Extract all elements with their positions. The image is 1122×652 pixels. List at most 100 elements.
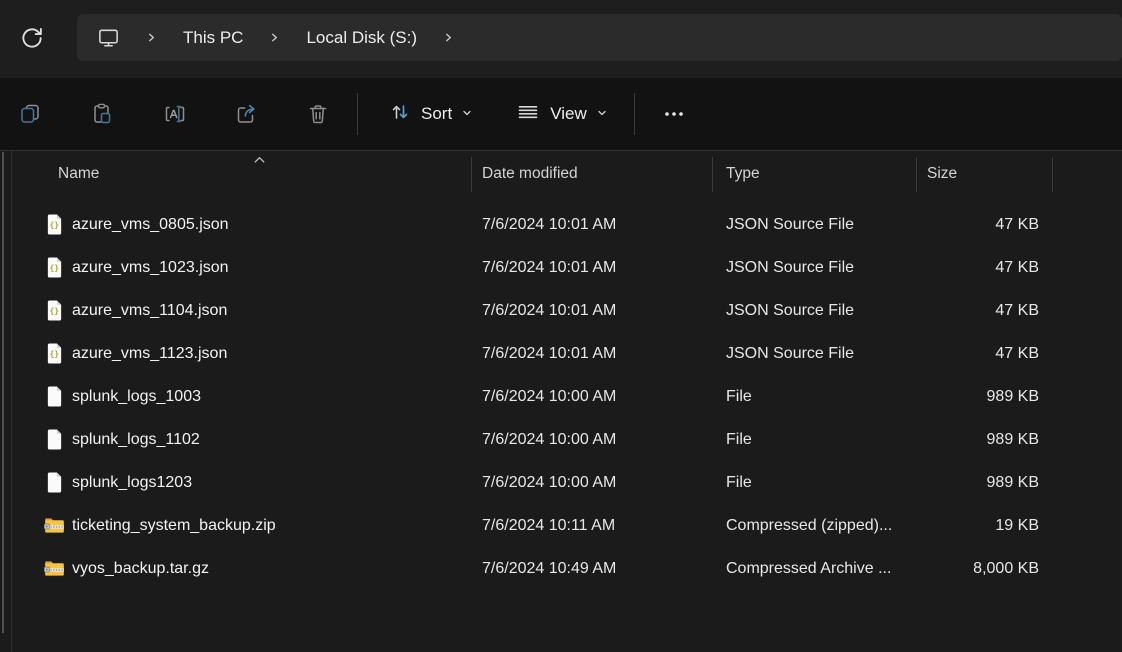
svg-text:{}: {}	[49, 307, 59, 316]
refresh-button[interactable]	[16, 22, 48, 54]
file-name-cell: splunk_logs_1102	[12, 428, 472, 452]
file-size: 47 KB	[917, 216, 1053, 234]
navigation-bar: This PC Local Disk (S:)	[0, 0, 1122, 78]
command-bar: Sort View	[0, 78, 1122, 150]
file-size: 989 KB	[917, 431, 1053, 449]
zip-folder-icon	[44, 557, 65, 581]
view-icon	[515, 100, 541, 129]
file-listing: Name Date modified Type Size {}azure_vms…	[12, 151, 1122, 652]
delete-button[interactable]	[306, 102, 330, 126]
file-type: Compressed (zipped)...	[713, 517, 917, 535]
this-pc-icon	[97, 26, 120, 49]
file-size: 47 KB	[917, 302, 1053, 320]
address-bar[interactable]: This PC Local Disk (S:)	[77, 14, 1122, 61]
file-rows: {}azure_vms_0805.json7/6/2024 10:01 AMJS…	[12, 203, 1122, 590]
file-explorer-window: This PC Local Disk (S:) Sort View	[0, 0, 1122, 652]
file-type: File	[713, 388, 917, 406]
toolbar-divider	[357, 93, 358, 135]
file-size: 8,000 KB	[917, 560, 1053, 578]
column-header-name[interactable]: Name	[12, 151, 472, 197]
column-header-row: Name Date modified Type Size	[12, 151, 1122, 197]
file-name-cell: {} azure_vms_1023.json	[12, 256, 472, 280]
sort-label: Sort	[421, 104, 452, 124]
file-size: 47 KB	[917, 259, 1053, 277]
file-date-modified: 7/6/2024 10:11 AM	[472, 517, 713, 535]
file-row[interactable]: ticketing_system_backup.zip 7/6/2024 10:1…	[12, 504, 1122, 547]
refresh-icon	[19, 39, 45, 54]
file-name-cell: {} azure_vms_1104.json	[12, 299, 472, 323]
file-date-modified: 7/6/2024 10:01 AM	[472, 302, 713, 320]
copy-button[interactable]	[18, 102, 42, 126]
file-size: 19 KB	[917, 517, 1053, 535]
paste-button[interactable]	[90, 102, 114, 126]
chevron-right-icon	[146, 31, 157, 44]
file-name-cell: vyos_backup.tar.gz	[12, 557, 472, 581]
file-size: 989 KB	[917, 388, 1053, 406]
json-file-icon: {}	[44, 342, 65, 366]
file-row[interactable]: splunk_logs12037/6/2024 10:00 AMFile989 …	[12, 461, 1122, 504]
json-file-icon: {}	[44, 299, 65, 323]
file-date-modified: 7/6/2024 10:00 AM	[472, 431, 713, 449]
file-type: JSON Source File	[713, 216, 917, 234]
svg-text:{}: {}	[49, 221, 59, 230]
file-name-cell: splunk_logs1203	[12, 471, 472, 495]
more-options-icon	[660, 114, 688, 129]
file-name-cell: {}azure_vms_0805.json	[12, 213, 472, 237]
file-row[interactable]: {} azure_vms_1104.json 7/6/2024 10:01 AMJS…	[12, 289, 1122, 332]
rename-icon	[162, 114, 186, 129]
file-action-buttons	[18, 102, 330, 126]
file-name-label: ticketing_system_backup.zip	[72, 517, 276, 535]
file-date-modified: 7/6/2024 10:01 AM	[472, 259, 713, 277]
file-name-label: splunk_logs_1102	[72, 431, 200, 449]
file-date-modified: 7/6/2024 10:00 AM	[472, 474, 713, 492]
column-header-type[interactable]: Type	[713, 151, 917, 197]
file-name-label: splunk_logs_1003	[72, 388, 201, 406]
file-name-cell: ticketing_system_backup.zip	[12, 514, 472, 538]
share-button[interactable]	[234, 102, 258, 126]
file-icon	[44, 471, 65, 495]
file-row[interactable]: vyos_backup.tar.gz7/6/2024 10:49 AMCompr…	[12, 547, 1122, 590]
file-name-label: azure_vms_1023.json	[72, 259, 229, 277]
file-row[interactable]: splunk_logs_1003 7/6/2024 10:00 AMFile989…	[12, 375, 1122, 418]
chevron-down-icon	[461, 104, 473, 124]
file-row[interactable]: {}azure_vms_0805.json7/6/2024 10:01 AMJS…	[12, 203, 1122, 246]
file-name-label: azure_vms_1104.json	[72, 302, 227, 320]
file-type: JSON Source File	[713, 302, 917, 320]
svg-text:{}: {}	[49, 264, 59, 273]
svg-text:{}: {}	[49, 350, 59, 359]
copy-icon	[18, 114, 42, 129]
delete-icon	[306, 114, 330, 129]
file-date-modified: 7/6/2024 10:01 AM	[472, 345, 713, 363]
file-date-modified: 7/6/2024 10:00 AM	[472, 388, 713, 406]
view-dropdown-button[interactable]: View	[515, 100, 608, 129]
file-type: JSON Source File	[713, 259, 917, 277]
file-row[interactable]: splunk_logs_1102 7/6/2024 10:00 AMFile989…	[12, 418, 1122, 461]
file-name-cell: {}azure_vms_1123.json	[12, 342, 472, 366]
file-icon	[44, 385, 65, 409]
sort-icon	[388, 100, 412, 129]
column-header-filler	[1053, 151, 1122, 197]
file-size: 989 KB	[917, 474, 1053, 492]
more-options-button[interactable]	[659, 102, 689, 126]
left-pane-scrollbar[interactable]	[2, 152, 4, 633]
breadcrumb-local-disk[interactable]: Local Disk (S:)	[306, 28, 417, 48]
view-label: View	[550, 104, 587, 124]
paste-icon	[90, 114, 114, 129]
breadcrumb-this-pc[interactable]: This PC	[183, 28, 243, 48]
zip-folder-icon	[44, 514, 65, 538]
chevron-right-icon[interactable]	[269, 31, 280, 44]
file-row[interactable]: {}azure_vms_1123.json7/6/2024 10:01 AMJS…	[12, 332, 1122, 375]
file-type: File	[713, 431, 917, 449]
chevron-right-icon[interactable]	[443, 31, 454, 44]
column-header-size[interactable]: Size	[917, 151, 1053, 197]
column-header-date-modified[interactable]: Date modified	[472, 151, 713, 197]
file-row[interactable]: {} azure_vms_1023.json 7/6/2024 10:01 AMJS…	[12, 246, 1122, 289]
share-icon	[234, 114, 258, 129]
file-date-modified: 7/6/2024 10:01 AM	[472, 216, 713, 234]
file-type: File	[713, 474, 917, 492]
sort-dropdown-button[interactable]: Sort	[388, 100, 473, 129]
file-type: Compressed Archive ...	[713, 560, 917, 578]
file-size: 47 KB	[917, 345, 1053, 363]
rename-button[interactable]	[162, 102, 186, 126]
toolbar-divider	[634, 93, 635, 135]
